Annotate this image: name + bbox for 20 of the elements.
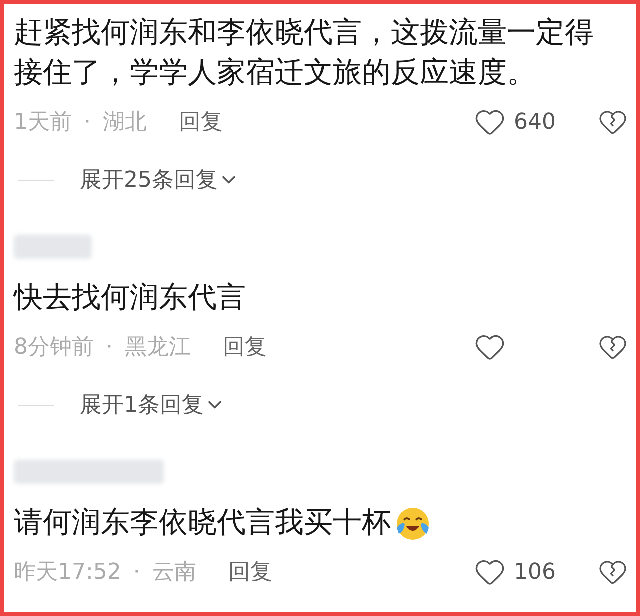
reply-button[interactable]: 回复 [179, 106, 223, 138]
like-count: 106 [514, 558, 557, 587]
comment-text: 请何润东李依晓代言我买十杯 [14, 502, 628, 542]
comment-time: 1天前 [14, 108, 72, 136]
expand-replies-button[interactable]: 展开25条回复 [80, 164, 240, 196]
like-count: 640 [514, 108, 557, 136]
comment-location: 湖北 [103, 108, 147, 136]
comment-text: 快去找何润东代言 [14, 279, 247, 316]
laughing-crying-emoji-icon [395, 506, 431, 542]
comment-time: 昨天17:52 [14, 558, 122, 587]
comment-location: 黑龙江 [125, 334, 191, 362]
separator-dot: · [84, 108, 91, 136]
comment-location: 云南 [152, 558, 196, 587]
reply-button[interactable]: 回复 [223, 330, 267, 364]
separator-dot: · [133, 558, 140, 587]
comment-text: 赶紧找何润东和李依晓代言，这拨流量一定得接住了，学学人家宿迁文旅的反应速度。 [14, 14, 595, 91]
expand-replies-button[interactable]: 展开1条回复 [80, 388, 226, 422]
reply-button[interactable]: 回复 [228, 556, 272, 589]
comment-time: 8分钟前 [14, 334, 94, 362]
separator-dot: · [106, 334, 113, 362]
